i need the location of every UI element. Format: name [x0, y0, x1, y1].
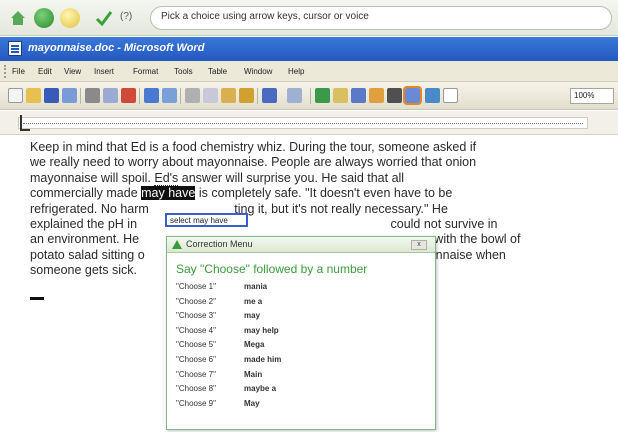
document-line: explained the pH in could not survive in [30, 217, 498, 232]
suggestion: Mega [244, 340, 265, 350]
suggestion: Main [244, 369, 263, 379]
choice-2[interactable]: "Choose 2" me a [176, 297, 281, 312]
choose-label: "Choose 3" [176, 311, 216, 321]
format-painter-icon[interactable] [239, 88, 254, 103]
toolbar-separator [257, 88, 258, 104]
document-map-icon[interactable] [425, 88, 440, 103]
ruler-track [18, 117, 588, 129]
home-icon[interactable] [10, 10, 26, 26]
choose-label: "Choose 8" [176, 384, 216, 394]
document-line: mayonnaise will spoil. Ed's answer will … [30, 170, 405, 186]
paste-icon[interactable] [221, 88, 236, 103]
word-document-icon [8, 41, 22, 56]
document-line: refrigerated. No harm ting it, but it's … [30, 201, 448, 216]
selected-text[interactable]: may have [141, 186, 196, 201]
menu-help[interactable]: Help [288, 67, 304, 76]
close-button[interactable]: x [411, 240, 427, 250]
ruler [0, 111, 618, 135]
menu-table[interactable]: Table [208, 67, 227, 76]
open-folder-icon[interactable] [26, 88, 41, 103]
choose-label: "Choose 5" [176, 340, 216, 350]
menu-file[interactable]: File [12, 67, 25, 76]
sleep-icon[interactable] [60, 8, 80, 28]
tables-borders-icon[interactable] [333, 88, 348, 103]
checkmark-icon[interactable] [95, 9, 113, 27]
suggestion: made him [244, 354, 282, 364]
zoom-select[interactable]: 100% [570, 88, 614, 104]
microphone-icon[interactable] [34, 8, 54, 28]
toolbar-separator [139, 88, 140, 104]
copy-icon[interactable] [203, 88, 218, 103]
menu-tools[interactable]: Tools [174, 67, 193, 76]
choice-8[interactable]: "Choose 8" maybe a [176, 384, 281, 399]
choose-label: "Choose 2" [176, 296, 216, 306]
document-line: Keep in mind that Ed is a food chemistry… [30, 140, 477, 154]
speech-app-icon [172, 240, 182, 249]
spelling-icon[interactable] [144, 88, 159, 103]
suggestion: May [244, 398, 260, 408]
choice-4[interactable]: "Choose 4" may help [176, 326, 281, 341]
underlined-word: Ed's [154, 170, 179, 186]
menu-view[interactable]: View [64, 67, 81, 76]
insert-table-icon[interactable] [351, 88, 366, 103]
undo-icon[interactable] [262, 88, 277, 103]
choose-label: "Choose 1" [176, 282, 216, 291]
print-icon[interactable] [85, 88, 100, 103]
toolbar-separator [180, 88, 181, 104]
hyperlink-icon[interactable] [315, 88, 330, 103]
permission-icon[interactable] [62, 88, 77, 103]
research-icon[interactable] [121, 88, 136, 103]
standard-toolbar: 100% [0, 82, 618, 110]
new-document-icon[interactable] [8, 88, 23, 103]
help-button[interactable]: (?) [120, 11, 132, 22]
correction-choices: "Choose 1" mania "Choose 2" me a "Choose 3… [176, 282, 281, 413]
window-title-bar: mayonnaise.doc - Microsoft Word [0, 37, 618, 61]
suggestion: me a [244, 296, 263, 306]
correction-menu-title: Correction Menu [186, 239, 253, 249]
save-icon[interactable] [44, 88, 59, 103]
menu-grip [4, 65, 6, 78]
speech-prompt-box: Pick a choice using arrow keys, cursor o… [150, 6, 612, 30]
choice-3[interactable]: "Choose 3" may [176, 311, 281, 326]
choice-5[interactable]: "Choose 5" Mega [176, 340, 281, 355]
redo-icon[interactable] [287, 88, 302, 103]
text-cursor [30, 297, 44, 300]
print-preview-icon[interactable] [103, 88, 118, 103]
menu-insert[interactable]: Insert [94, 67, 114, 76]
choose-label: "Choose 7" [176, 369, 216, 379]
toolbar-separator [80, 88, 81, 104]
speech-bar: (?) Pick a choice using arrow keys, curs… [0, 0, 618, 36]
suggestion: mania [244, 282, 268, 291]
tab-selector[interactable] [20, 115, 32, 131]
select-tooltip: select may have [165, 213, 248, 227]
choice-7[interactable]: "Choose 7" Main [176, 370, 281, 385]
choice-6[interactable]: "Choose 6" made him [176, 355, 281, 370]
choose-label: "Choose 6" [176, 354, 216, 364]
document-line: we really need to worry about mayonnaise… [30, 155, 477, 170]
menu-edit[interactable]: Edit [38, 67, 52, 76]
suggestion: may help [244, 325, 279, 335]
window-title: mayonnaise.doc - Microsoft Word [28, 42, 205, 54]
correction-menu: Correction Menu x Say "Choose" followed … [166, 236, 436, 430]
show-hide-icon[interactable] [443, 88, 458, 103]
cut-icon[interactable] [185, 88, 200, 103]
menu-format[interactable]: Format [133, 67, 158, 76]
suggestion: may [244, 311, 261, 321]
menu-window[interactable]: Window [244, 67, 272, 76]
document-line: commercially made may have is completely… [30, 186, 453, 201]
drawing-icon[interactable] [403, 86, 422, 105]
choose-label: "Choose 9" [176, 398, 216, 408]
choice-9[interactable]: "Choose 9" May [176, 399, 281, 414]
insert-excel-icon[interactable] [369, 88, 384, 103]
toolbar-separator [310, 88, 311, 104]
choice-1[interactable]: "Choose 1" mania [176, 282, 281, 297]
correction-menu-titlebar: Correction Menu x [167, 237, 435, 253]
columns-icon[interactable] [387, 88, 402, 103]
choose-label: "Choose 4" [176, 325, 216, 335]
correction-instruction: Say "Choose" followed by a number [176, 262, 368, 276]
research-book-icon[interactable] [162, 88, 177, 103]
suggestion: maybe a [244, 384, 277, 394]
menu-bar: File Edit View Insert Format Tools Table… [0, 61, 618, 82]
